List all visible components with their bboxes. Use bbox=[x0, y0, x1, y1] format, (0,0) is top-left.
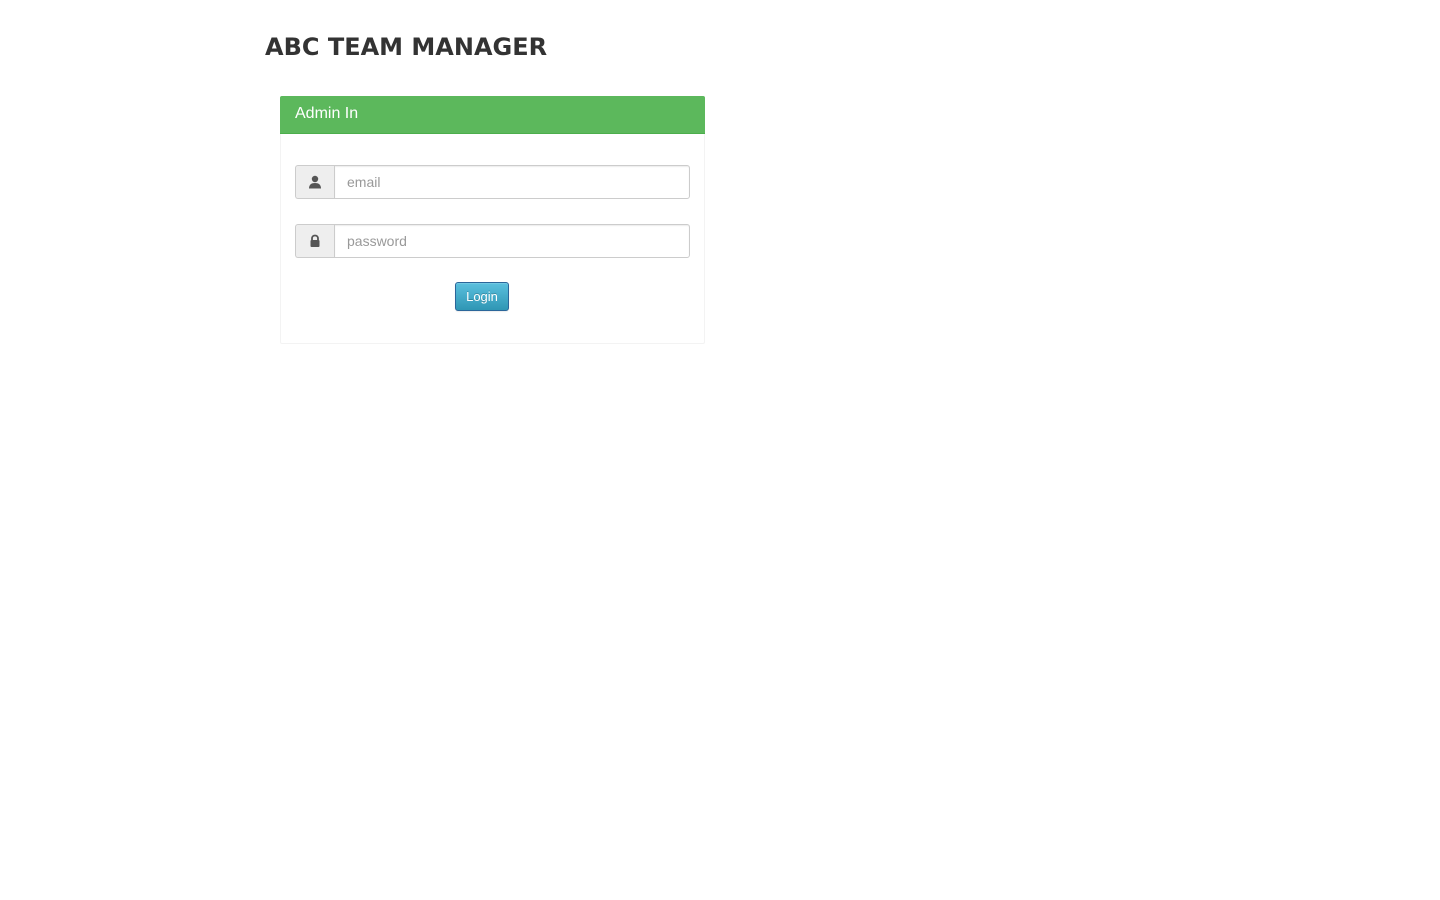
password-input-group bbox=[295, 224, 690, 258]
user-icon bbox=[295, 165, 334, 199]
email-input-group bbox=[295, 165, 690, 199]
panel-heading: Admin In bbox=[280, 96, 705, 134]
login-button[interactable]: Login bbox=[455, 282, 509, 311]
password-field[interactable] bbox=[334, 224, 690, 258]
app-title: ABC TEAM MANAGER bbox=[265, 33, 548, 61]
panel-title: Admin In bbox=[295, 105, 359, 122]
login-panel: Admin In Login bbox=[280, 96, 705, 344]
email-field[interactable] bbox=[334, 165, 690, 199]
lock-icon bbox=[295, 224, 334, 258]
